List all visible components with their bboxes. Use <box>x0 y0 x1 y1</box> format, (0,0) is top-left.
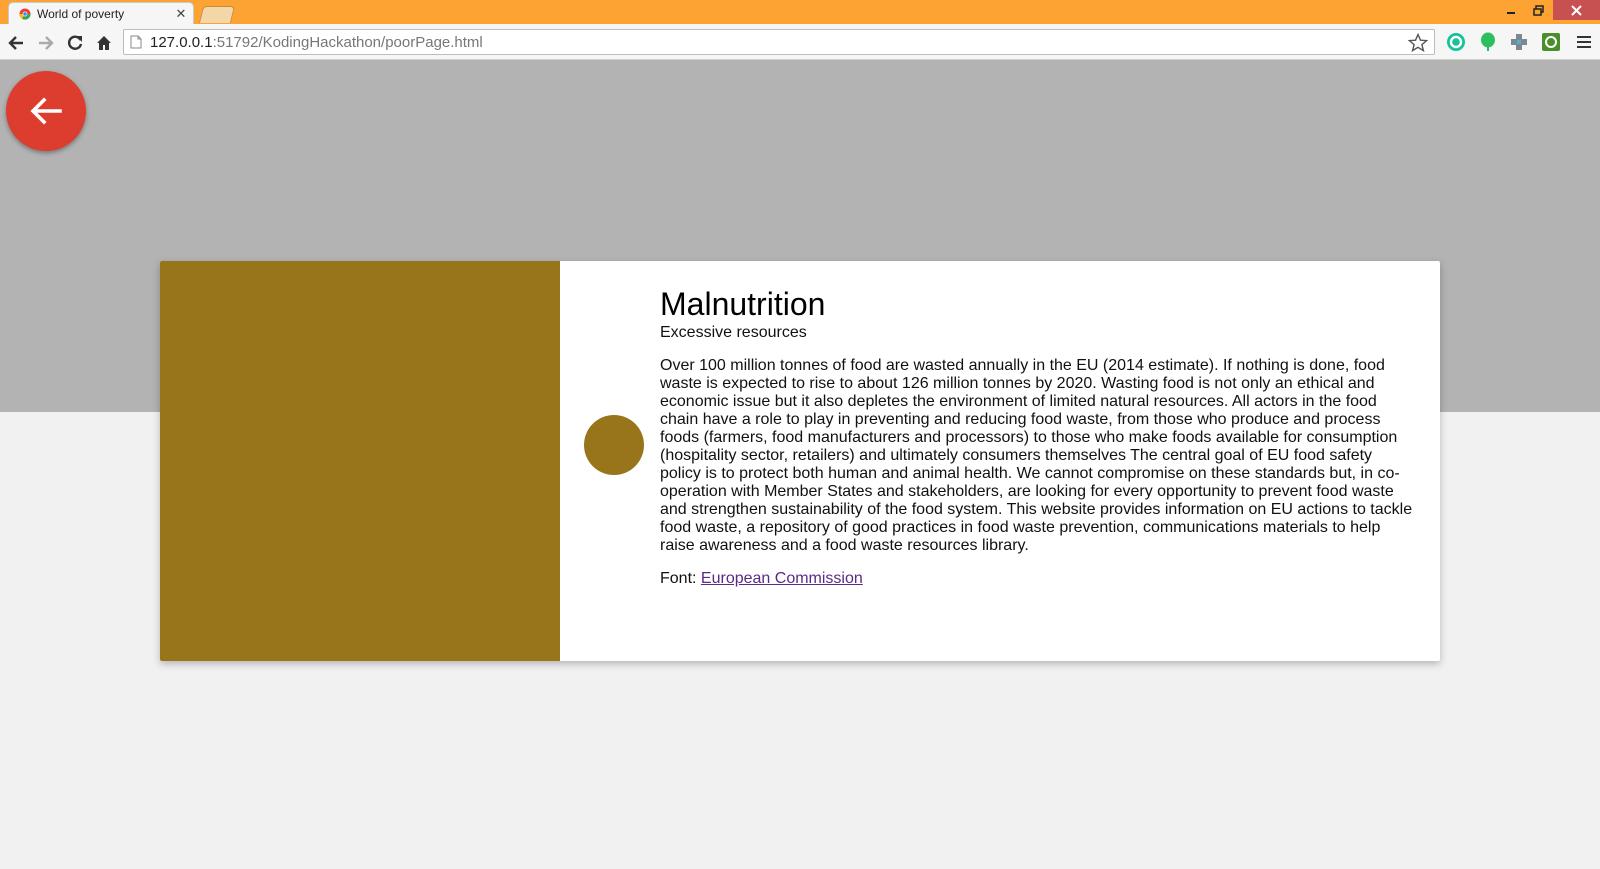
address-bar[interactable]: 127.0.0.1:51792/KodingHackathon/poorPage… <box>123 29 1435 55</box>
address-url: 127.0.0.1:51792/KodingHackathon/poorPage… <box>150 34 483 51</box>
arrow-left-icon <box>30 97 62 125</box>
content-card: Malnutrition Excessive resources Over 10… <box>160 261 1440 661</box>
card-image-panel <box>160 261 560 661</box>
source-link[interactable]: European Commission <box>701 570 863 587</box>
url-path: :51792/KodingHackathon/poorPage.html <box>212 34 483 51</box>
back-button[interactable] <box>6 71 86 151</box>
bookmark-star-icon[interactable] <box>1408 33 1428 53</box>
window-close-button[interactable] <box>1553 0 1600 20</box>
reload-icon <box>67 35 83 50</box>
chrome-favicon-icon <box>19 8 31 20</box>
card-text-block: Malnutrition Excessive resources Over 10… <box>660 285 1415 589</box>
home-button[interactable] <box>93 32 115 54</box>
leaf-icon <box>1481 32 1495 51</box>
tab-close-icon[interactable]: ✕ <box>175 6 187 22</box>
page-content: Malnutrition Excessive resources Over 10… <box>0 60 1600 869</box>
restore-icon <box>1532 4 1544 16</box>
browser-toolbar: 127.0.0.1:51792/KodingHackathon/poorPage… <box>0 24 1600 60</box>
card-title: Malnutrition <box>660 286 826 322</box>
close-icon <box>1571 4 1582 16</box>
extension-refresh-icon[interactable] <box>1540 31 1562 53</box>
card-source: Font: European Commission <box>660 569 1415 589</box>
card-subtitle: Excessive resources <box>660 324 807 341</box>
grammarly-icon <box>1447 33 1465 51</box>
url-host: 127.0.0.1 <box>150 34 213 51</box>
refresh-box-icon <box>1542 33 1560 51</box>
card-body-text: Over 100 million tonnes of food are wast… <box>660 357 1413 554</box>
home-icon <box>97 36 111 50</box>
puzzle-icon <box>1511 34 1527 50</box>
card-avatar-dot <box>584 415 644 475</box>
hamburger-menu-icon <box>1577 36 1591 48</box>
forward-nav-button[interactable] <box>35 32 57 54</box>
source-label: Font: <box>660 570 697 587</box>
arrow-right-icon <box>39 36 54 50</box>
browser-titlebar: World of poverty ✕ <box>0 0 1600 24</box>
reload-button[interactable] <box>64 32 86 54</box>
extension-grammarly-icon[interactable] <box>1445 31 1467 53</box>
arrow-left-icon <box>8 36 23 50</box>
window-minimize-button[interactable] <box>1497 0 1525 20</box>
new-tab-button[interactable] <box>198 6 236 23</box>
window-restore-button[interactable] <box>1524 0 1552 20</box>
extension-puzzle-icon[interactable] <box>1508 31 1530 53</box>
browser-menu-button[interactable] <box>1573 31 1595 53</box>
extension-evernote-icon[interactable] <box>1477 31 1499 53</box>
tab-title: World of poverty <box>37 6 125 21</box>
minimize-icon <box>1507 12 1515 14</box>
page-icon <box>130 35 142 49</box>
browser-tab-active[interactable]: World of poverty ✕ <box>8 2 194 24</box>
back-nav-button[interactable] <box>5 32 27 54</box>
